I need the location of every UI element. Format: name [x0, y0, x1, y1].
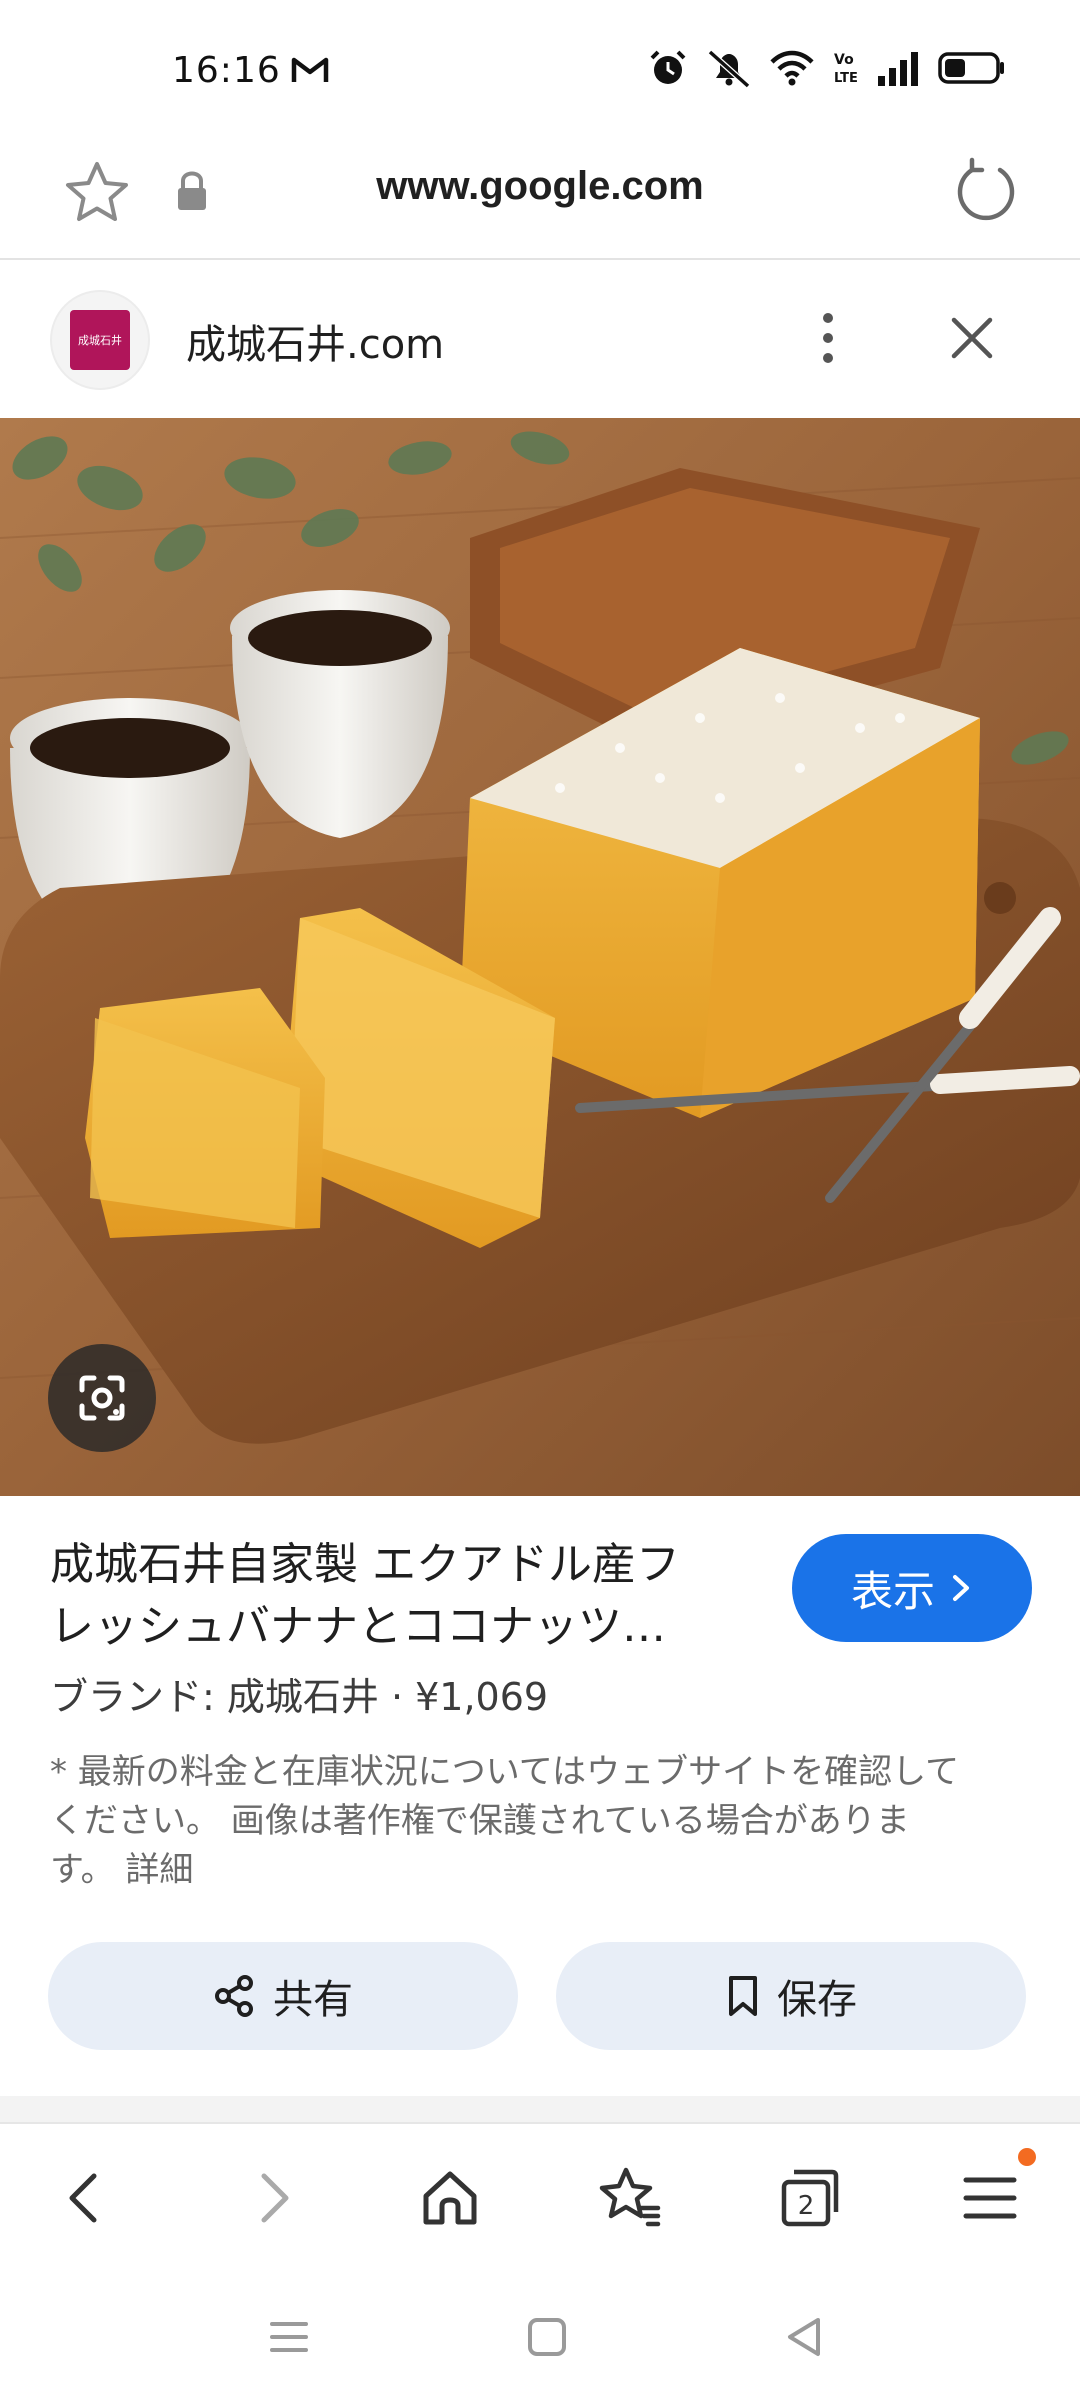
- mute-icon: [707, 49, 751, 88]
- section-divider: [0, 2096, 1080, 2124]
- gmail-icon: [291, 57, 329, 82]
- source-header: 成城石井 成城石井.com: [0, 262, 1080, 418]
- status-bar: 16:16 Vo LTE: [0, 0, 1080, 130]
- view-button-label: 表示: [850, 1566, 935, 1616]
- brand-price: ブランド: 成城石井 · ¥1,069: [50, 1675, 549, 1719]
- volte-icon: Vo LTE: [834, 52, 858, 86]
- site-name[interactable]: 成城石井.com: [186, 312, 444, 370]
- reload-icon[interactable]: [950, 156, 1022, 228]
- notice-line2: ください。 画像は著作権で保護されている場合がありま: [50, 1801, 910, 1841]
- forward-icon[interactable]: [236, 2162, 308, 2234]
- home-icon[interactable]: [414, 2162, 486, 2234]
- price-notice: * 最新の料金と在庫状況についてはウェブサイトを確認して ください。 画像は著作…: [50, 1748, 1030, 1895]
- close-icon[interactable]: [942, 308, 1002, 368]
- status-time: 16:16: [172, 50, 281, 91]
- bookmarks-icon[interactable]: [594, 2162, 666, 2234]
- google-lens-button[interactable]: [48, 1344, 156, 1452]
- back-nav-icon[interactable]: [782, 2314, 828, 2360]
- recents-icon[interactable]: [266, 2314, 312, 2360]
- product-details: 成城石井自家製 エクアドル産フ レッシュバナナとココナッツ… 表示 ブランド: …: [0, 1496, 1080, 2096]
- share-icon: [215, 1975, 253, 2017]
- chevron-right-icon: [953, 1575, 969, 1601]
- product-title[interactable]: 成城石井自家製 エクアドル産フ レッシュバナナとココナッツ…: [50, 1534, 750, 1658]
- notice-line3[interactable]: す。 詳細: [50, 1846, 1030, 1895]
- product-title-line1: 成城石井自家製 エクアドル産フ: [50, 1539, 680, 1590]
- save-label: 保存: [777, 1977, 857, 2023]
- site-logo[interactable]: 成城石井: [50, 290, 150, 390]
- wifi-icon: [770, 50, 814, 86]
- url-bar: www.google.com: [0, 130, 1080, 260]
- system-nav-bar: [0, 2270, 1080, 2400]
- product-image[interactable]: [0, 418, 1080, 1496]
- back-icon[interactable]: [50, 2162, 122, 2234]
- alarm-icon: [650, 50, 686, 84]
- save-button[interactable]: 保存: [556, 1942, 1026, 2050]
- more-options-icon[interactable]: [808, 308, 848, 368]
- browser-toolbar: 2: [0, 2126, 1080, 2266]
- notice-line1: * 最新の料金と在庫状況についてはウェブサイトを確認して: [50, 1752, 960, 1792]
- menu-icon[interactable]: [954, 2162, 1026, 2234]
- lens-icon: [79, 1375, 125, 1421]
- signal-icon: [878, 52, 918, 86]
- home-nav-icon[interactable]: [524, 2314, 570, 2360]
- share-label: 共有: [273, 1977, 353, 2023]
- view-button[interactable]: 表示: [792, 1534, 1032, 1642]
- share-button[interactable]: 共有: [48, 1942, 518, 2050]
- product-title-line2: レッシュバナナとココナッツ…: [50, 1601, 666, 1652]
- svg-text:Vo: Vo: [834, 52, 854, 68]
- tabs-icon[interactable]: 2: [774, 2162, 846, 2234]
- battery-icon: [938, 52, 1004, 84]
- action-buttons: 共有 保存: [48, 1942, 1028, 2050]
- site-logo-mark: 成城石井: [70, 310, 130, 370]
- svg-text:2: 2: [798, 2191, 815, 2221]
- url-text[interactable]: www.google.com: [0, 164, 1080, 209]
- svg-text:LTE: LTE: [834, 71, 858, 86]
- bookmark-icon: [729, 1976, 757, 2016]
- notification-badge: [1018, 2148, 1036, 2166]
